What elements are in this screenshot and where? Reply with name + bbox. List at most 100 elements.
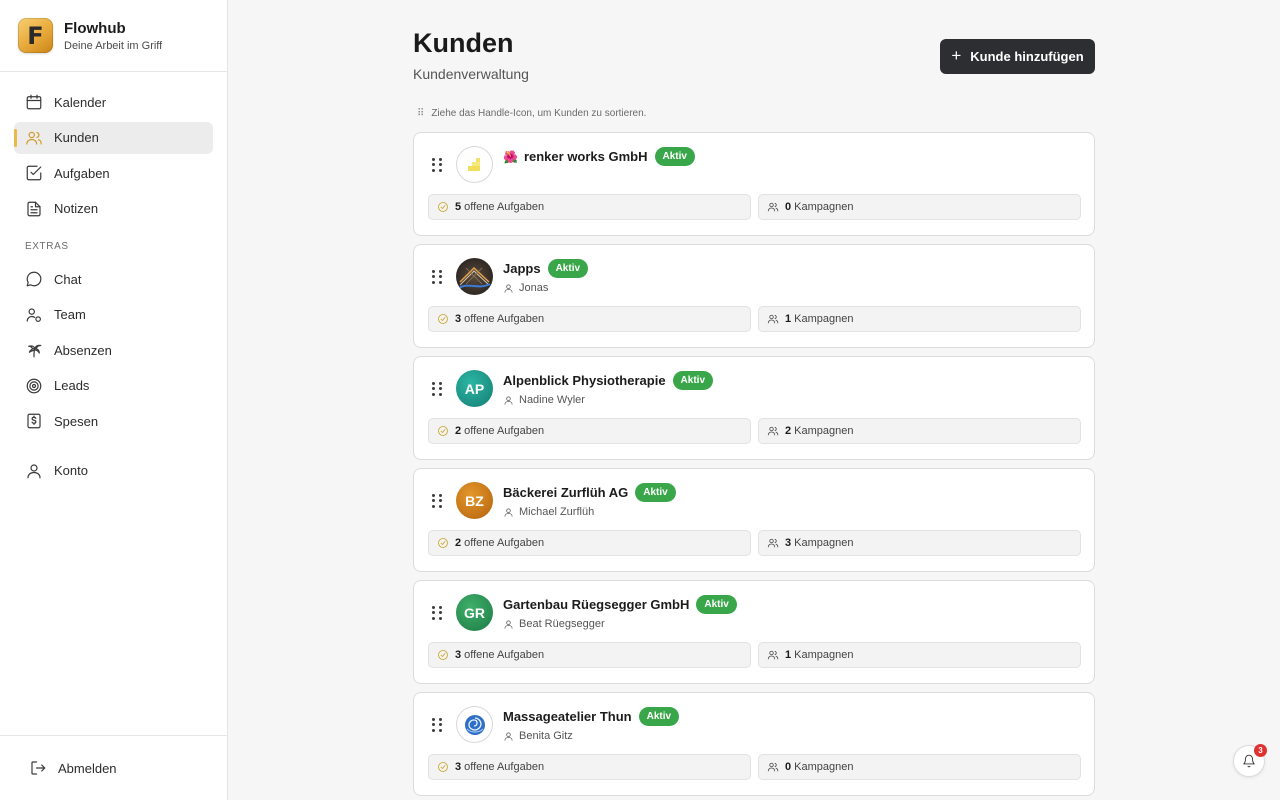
open-tasks-label: offene Aufgaben <box>464 201 545 213</box>
customer-name[interactable]: Gartenbau Rüegsegger GmbH <box>503 597 689 612</box>
add-customer-label: Kunde hinzufügen <box>970 49 1084 64</box>
open-tasks-stat[interactable]: 3 offene Aufgaben <box>428 306 751 332</box>
chat-icon <box>25 270 43 288</box>
contact-person: Michael Zurflüh <box>503 506 594 518</box>
customer-card[interactable]: Massageatelier Thun Aktiv Benita Gitz 3 … <box>413 692 1095 796</box>
brand[interactable]: F Flowhub Deine Arbeit im Griff <box>0 0 227 72</box>
dollar-receipt-icon <box>25 412 43 430</box>
drag-handle-icon[interactable] <box>432 606 442 620</box>
checkbox-icon <box>25 164 43 182</box>
palm-tree-icon <box>25 341 43 359</box>
customer-card[interactable]: AP Alpenblick Physiotherapie Aktiv Nadin… <box>413 356 1095 460</box>
drag-handle-icon[interactable] <box>432 718 442 732</box>
sidebar-item-label: Spesen <box>54 413 99 429</box>
sidebar-item-leads[interactable]: Leads <box>14 370 213 402</box>
check-circle-icon <box>438 314 448 324</box>
users-icon <box>767 538 779 548</box>
campaigns-stat[interactable]: 1 Kampagnen <box>758 306 1081 332</box>
avatar <box>456 706 493 743</box>
open-tasks-count: 2 <box>455 537 462 549</box>
users-icon <box>767 762 779 772</box>
campaigns-label: Kampagnen <box>794 537 854 549</box>
customer-name-row: Japps Aktiv <box>503 259 589 278</box>
users-icon <box>767 650 779 660</box>
sidebar-item-aufgaben[interactable]: Aufgaben <box>14 157 213 189</box>
campaigns-stat[interactable]: 0 Kampagnen <box>758 194 1081 220</box>
check-circle-icon <box>438 650 448 660</box>
customer-name[interactable]: Bäckerei Zurflüh AG <box>503 485 628 500</box>
campaigns-count: 1 <box>785 649 792 661</box>
person-icon <box>504 395 513 405</box>
campaigns-stat[interactable]: 3 Kampagnen <box>758 530 1081 556</box>
avatar <box>456 146 493 183</box>
contact-name: Nadine Wyler <box>519 394 585 406</box>
drag-handle-icon[interactable] <box>432 158 442 172</box>
rose-logo-icon <box>464 714 485 735</box>
drag-handle-icon[interactable] <box>432 270 442 284</box>
open-tasks-stat[interactable]: 3 offene Aufgaben <box>428 642 751 668</box>
open-tasks-stat[interactable]: 2 offene Aufgaben <box>428 530 751 556</box>
plus-icon: + <box>951 45 962 65</box>
customer-name-row: 🌺 renker works GmbH Aktiv <box>503 147 695 166</box>
sidebar-item-label: Team <box>54 307 86 322</box>
customer-name[interactable]: Alpenblick Physiotherapie <box>503 373 666 388</box>
customer-card[interactable]: GR Gartenbau Rüegsegger GmbH Aktiv Beat … <box>413 580 1095 684</box>
drag-handle-icon[interactable] <box>432 382 442 396</box>
status-badge: Aktiv <box>547 259 589 278</box>
sidebar-item-notizen[interactable]: Notizen <box>14 193 213 225</box>
brand-text: Flowhub Deine Arbeit im Griff <box>64 20 162 52</box>
sidebar-item-kalender[interactable]: Kalender <box>14 86 213 118</box>
page-subtitle: Kundenverwaltung <box>413 66 529 82</box>
sidebar-item-label: Konto <box>54 463 88 478</box>
sidebar-item-chat[interactable]: Chat <box>14 263 213 295</box>
sidebar-item-konto[interactable]: Konto <box>14 455 213 487</box>
customer-card[interactable]: 🌺 renker works GmbH Aktiv 5 offene Aufga… <box>413 132 1095 236</box>
sidebar-item-label: Kalender <box>54 94 107 110</box>
contact-person: Beat Rüegsegger <box>503 618 605 630</box>
open-tasks-stat[interactable]: 2 offene Aufgaben <box>428 418 751 444</box>
campaigns-count: 1 <box>785 313 792 325</box>
app-tagline: Deine Arbeit im Griff <box>64 39 163 52</box>
users-icon <box>25 129 43 147</box>
customer-card[interactable]: Japps Aktiv Jonas 3 offene Aufgaben 1 Ka… <box>413 244 1095 348</box>
campaigns-stat[interactable]: 2 Kampagnen <box>758 418 1081 444</box>
campaigns-stat[interactable]: 1 Kampagnen <box>758 642 1081 668</box>
users-icon <box>767 202 779 212</box>
section-label-extras: EXTRAS <box>25 241 69 252</box>
contact-name: Jonas <box>519 282 549 294</box>
contact-person: Nadine Wyler <box>503 394 585 406</box>
sidebar-item-absenzen[interactable]: Absenzen <box>14 334 213 366</box>
users-icon <box>767 426 779 436</box>
open-tasks-count: 5 <box>455 201 462 213</box>
sort-hint-text: Ziehe das Handle-Icon, um Kunden zu sort… <box>431 108 647 119</box>
add-customer-button[interactable]: + Kunde hinzufügen <box>940 39 1095 74</box>
customer-name[interactable]: Massageatelier Thun <box>503 709 632 724</box>
campaigns-label: Kampagnen <box>794 313 854 325</box>
customer-card[interactable]: BZ Bäckerei Zurflüh AG Aktiv Michael Zur… <box>413 468 1095 572</box>
open-tasks-stat[interactable]: 3 offene Aufgaben <box>428 754 751 780</box>
sidebar-item-spesen[interactable]: Spesen <box>14 405 213 437</box>
customer-name[interactable]: Japps <box>503 261 541 276</box>
person-icon <box>504 731 513 741</box>
customer-name[interactable]: renker works GmbH <box>524 149 648 164</box>
logout-button[interactable]: Abmelden <box>0 735 227 800</box>
campaigns-stat[interactable]: 0 Kampagnen <box>758 754 1081 780</box>
contact-name: Benita Gitz <box>519 730 573 742</box>
users-icon <box>767 314 779 324</box>
sidebar-item-label: Aufgaben <box>54 165 110 181</box>
drag-handle-icon[interactable] <box>432 494 442 508</box>
sidebar-item-kunden[interactable]: Kunden <box>14 121 213 154</box>
campaigns-label: Kampagnen <box>794 649 854 661</box>
status-badge: Aktiv <box>696 595 737 614</box>
sidebar-item-label: Chat <box>54 271 82 287</box>
status-badge: Aktiv <box>635 483 676 502</box>
contact-person: Benita Gitz <box>503 730 573 742</box>
team-icon <box>25 306 43 324</box>
sort-hint: ⠿ Ziehe das Handle-Icon, um Kunden zu so… <box>417 108 646 119</box>
avatar: GR <box>456 594 493 631</box>
customer-list: 🌺 renker works GmbH Aktiv 5 offene Aufga… <box>413 132 1095 800</box>
grip-icon: ⠿ <box>417 108 425 119</box>
note-icon <box>25 200 43 218</box>
open-tasks-stat[interactable]: 5 offene Aufgaben <box>428 194 751 220</box>
sidebar-item-team[interactable]: Team <box>14 299 213 331</box>
